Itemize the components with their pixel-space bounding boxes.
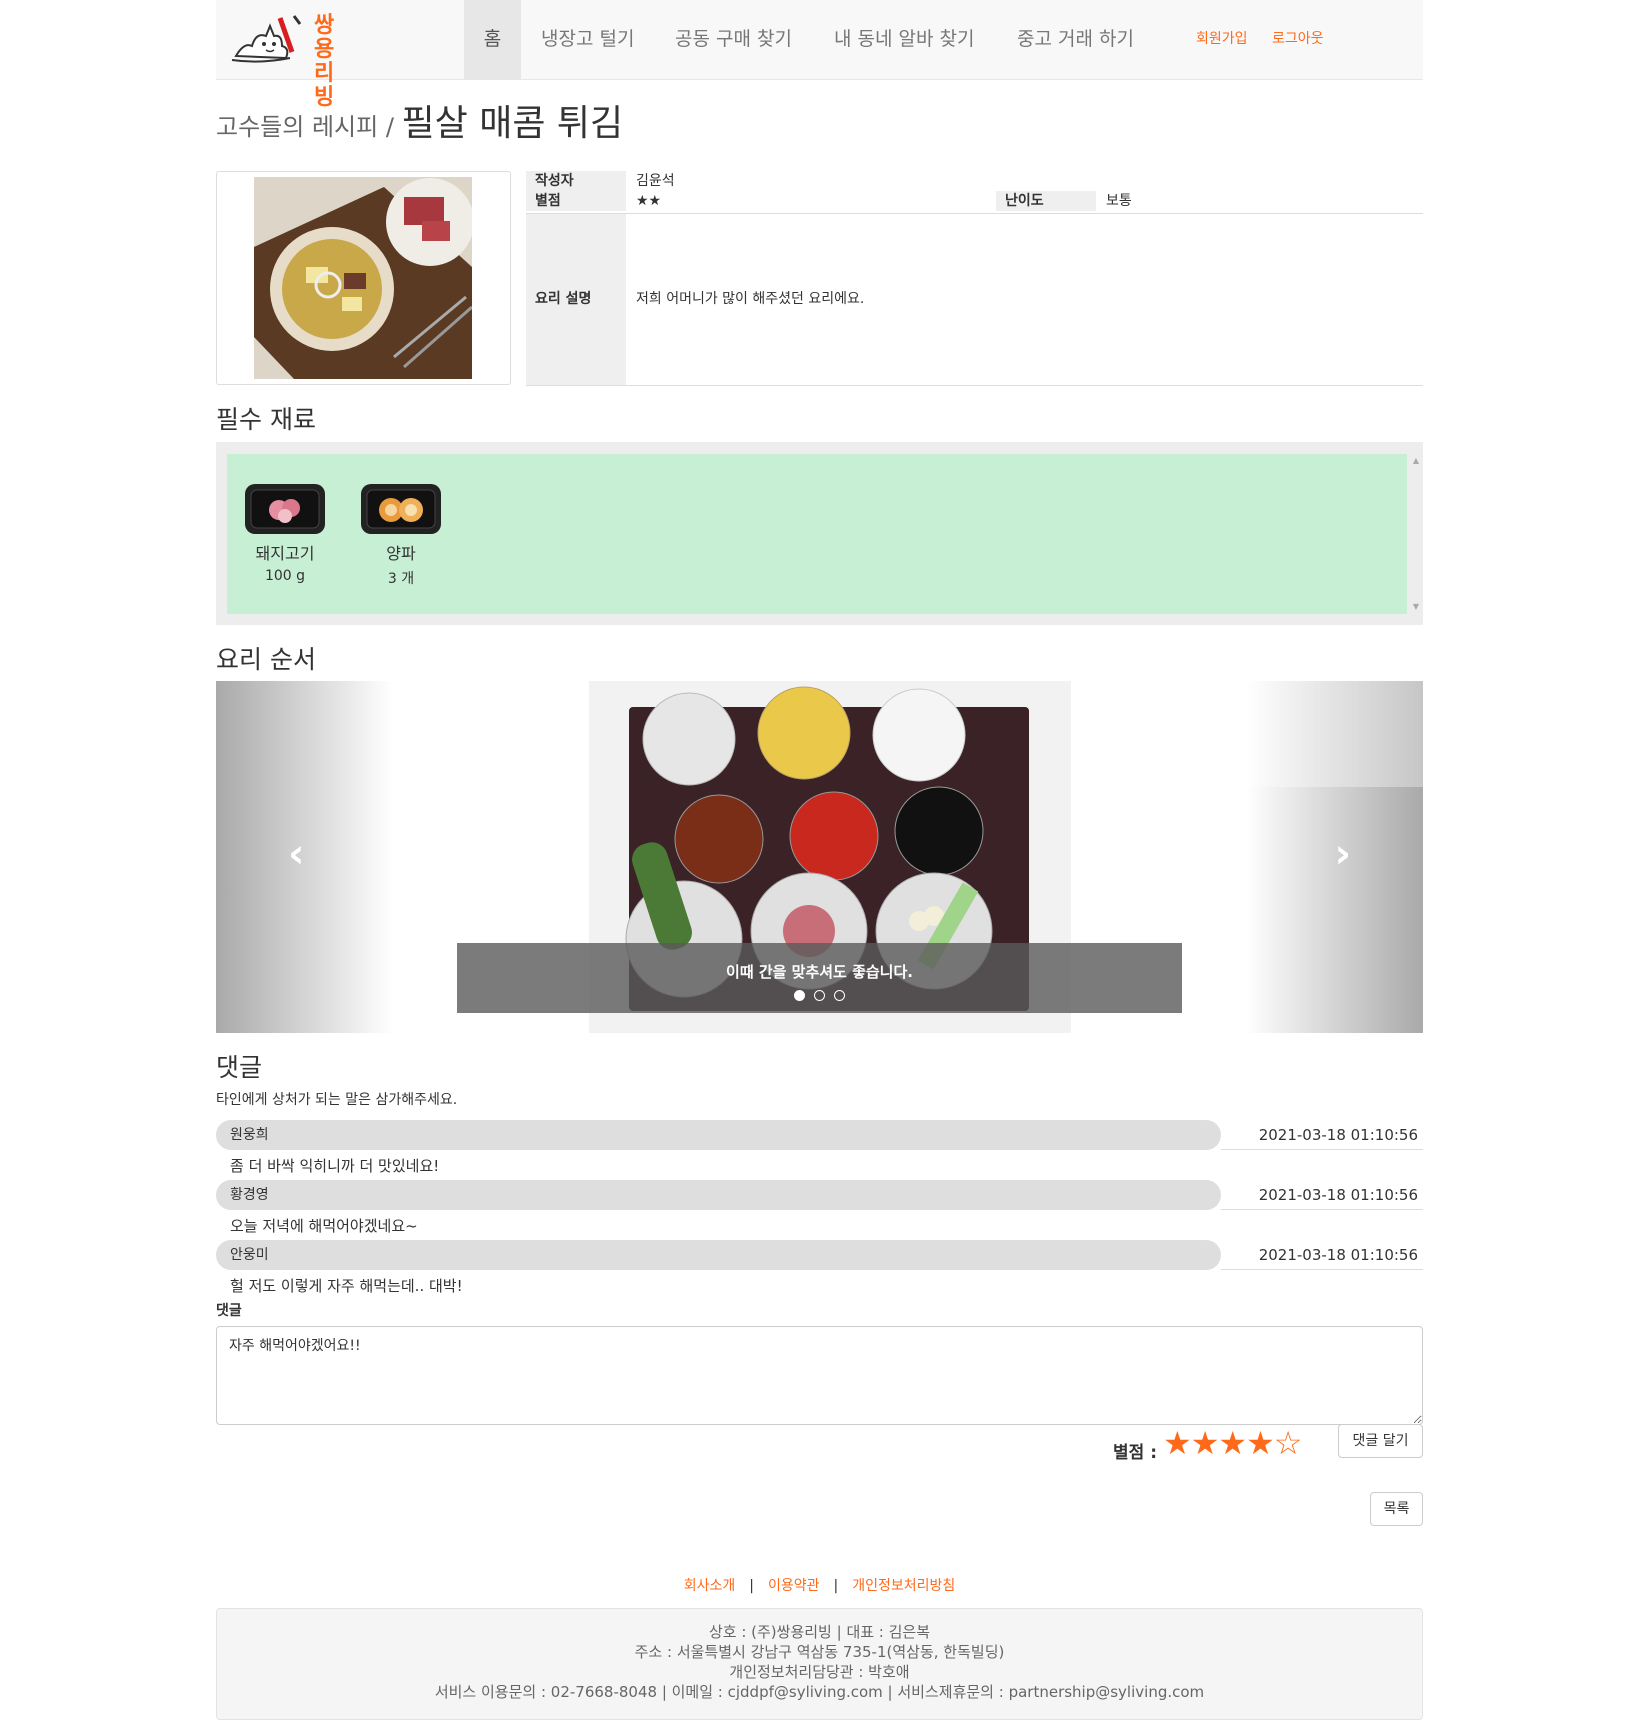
signup-link[interactable]: 회원가입 bbox=[1196, 0, 1248, 80]
comment-policy-note: 타인에게 상처가 되는 말은 삼가해주세요. bbox=[216, 1092, 458, 1108]
footer-separator: | bbox=[749, 1578, 754, 1594]
footer-address: 주소 : 서울특별시 강남구 역삼동 735-1(역삼동, 한독빌딩) bbox=[634, 1643, 1005, 1661]
comment-author: 안웅미 bbox=[216, 1240, 1221, 1270]
scroll-up-icon[interactable]: ▲ bbox=[1413, 456, 1419, 465]
logout-link[interactable]: 로그아웃 bbox=[1272, 0, 1324, 80]
rating-stars-input[interactable]: ★★★★☆ bbox=[1163, 1424, 1302, 1462]
footer-link-about[interactable]: 회사소개 bbox=[684, 1578, 736, 1594]
ingredient-name: 양파 bbox=[386, 544, 416, 563]
indicator-dot[interactable] bbox=[793, 990, 805, 1001]
difficulty-label: 난이도 bbox=[996, 191, 1096, 211]
submit-comment-button[interactable]: 댓글 달기 bbox=[1338, 1424, 1423, 1458]
author-label: 작성자 bbox=[526, 171, 626, 191]
nav-local-jobs[interactable]: 내 동네 알바 찾기 bbox=[834, 0, 974, 80]
nav-used-trade[interactable]: 중고 거래 하기 bbox=[1017, 0, 1134, 80]
comment-author: 원웅희 bbox=[216, 1120, 1221, 1150]
comment-text: 오늘 저녁에 해먹어야겠네요~ bbox=[230, 1217, 418, 1235]
page-title: 고수들의 레시피 / 필살 매콤 튀김 bbox=[216, 94, 623, 146]
title-prefix: 고수들의 레시피 / bbox=[216, 113, 394, 141]
ingredient-amount: 3 개 bbox=[387, 571, 415, 587]
description-label: 요리 설명 bbox=[526, 214, 626, 385]
step-caption-panel: 이때 간을 맞추셔도 좋습니다. bbox=[457, 943, 1182, 1013]
divider bbox=[526, 385, 1423, 386]
ingredient-item[interactable]: 양파 3 개 bbox=[355, 484, 447, 588]
pork-image bbox=[245, 484, 325, 534]
ingredient-name: 돼지고기 bbox=[255, 544, 315, 563]
comment-text: 헐 저도 이렇게 자주 해먹는데.. 대박! bbox=[230, 1277, 463, 1295]
recipe-photo bbox=[254, 177, 472, 379]
nav-home[interactable]: 홈 bbox=[464, 0, 521, 80]
nav-fridge[interactable]: 냉장고 털기 bbox=[541, 0, 634, 80]
chevron-left-icon: ‹ bbox=[288, 831, 305, 877]
ingredient-amount: 100 g bbox=[264, 568, 306, 584]
pork-icon bbox=[250, 489, 320, 529]
ingredient-item[interactable]: 돼지고기 100 g bbox=[239, 484, 331, 584]
carousel-prev[interactable]: ‹ bbox=[216, 681, 393, 1033]
comment-text: 좀 더 바싹 익히니까 더 맛있네요! bbox=[230, 1157, 440, 1175]
comment-date: 2021-03-18 01:10:56 bbox=[1221, 1240, 1423, 1270]
onion-image bbox=[361, 484, 441, 534]
recipe-thumbnail bbox=[216, 171, 511, 385]
footer-link-terms[interactable]: 이용약관 bbox=[768, 1578, 820, 1594]
footer-link-privacy[interactable]: 개인정보처리방침 bbox=[852, 1578, 955, 1594]
list-button[interactable]: 목록 bbox=[1370, 1492, 1423, 1526]
navbar: 쌍용 리빙 홈 냉장고 털기 공동 구매 찾기 내 동네 알바 찾기 중고 거래… bbox=[216, 0, 1423, 110]
comments-heading: 댓글 bbox=[216, 1053, 263, 1082]
rating-input-label: 별점 : bbox=[1113, 1443, 1157, 1463]
scroll-down-icon[interactable]: ▼ bbox=[1413, 602, 1419, 611]
indicator-dot[interactable] bbox=[814, 990, 825, 1001]
comment-input[interactable]: 자주 해먹어야겠어요!! bbox=[216, 1326, 1423, 1425]
logo-text-line1: 쌍용 bbox=[314, 13, 334, 62]
difficulty-value: 보통 bbox=[1106, 193, 1132, 209]
carousel-next[interactable]: › bbox=[1246, 681, 1423, 1033]
steps-carousel: ‹ › 이때 간을 맞추셔도 좋습니다. bbox=[216, 681, 1423, 1033]
step-caption: 이때 간을 맞추셔도 좋습니다. bbox=[726, 963, 913, 981]
footer-links: 회사소개 | 이용약관 | 개인정보처리방침 bbox=[216, 1575, 1423, 1595]
ingredients-heading: 필수 재료 bbox=[216, 405, 316, 434]
comment-author: 황경영 bbox=[216, 1180, 1221, 1210]
rating-label: 별점 bbox=[526, 191, 626, 211]
author-value: 김윤석 bbox=[636, 173, 675, 189]
recipe-name: 필살 매콤 튀김 bbox=[401, 103, 624, 144]
footer-separator: | bbox=[833, 1578, 839, 1594]
cat-logo-icon bbox=[231, 15, 302, 63]
nav-group-buy[interactable]: 공동 구매 찾기 bbox=[675, 0, 792, 80]
chevron-right-icon: › bbox=[1334, 831, 1351, 877]
onion-icon bbox=[366, 489, 436, 529]
footer-company: 상호 : (주)쌍용리빙 | 대표 : 김은복 bbox=[708, 1623, 931, 1641]
comment-date: 2021-03-18 01:10:56 bbox=[1221, 1120, 1423, 1150]
ingredients-panel: 돼지고기 100 g 양파 3 개 ▲ ▼ bbox=[216, 442, 1423, 625]
carousel-shade bbox=[1246, 681, 1423, 787]
carousel-indicators bbox=[457, 987, 1182, 1005]
description-value: 저희 어머니가 많이 해주셨던 요리에요. bbox=[636, 291, 865, 307]
recipe-info-table: 작성자 김윤석 별점 ★★ 난이도 보통 요리 설명 저희 어머니가 많이 해주… bbox=[526, 171, 1423, 386]
footer-privacy-officer: 개인정보처리담당관 : 박호애 bbox=[729, 1663, 910, 1681]
footer-info: 상호 : (주)쌍용리빙 | 대표 : 김은복 주소 : 서울특별시 강남구 역… bbox=[216, 1608, 1423, 1720]
indicator-dot[interactable] bbox=[834, 990, 846, 1001]
site-logo[interactable]: 쌍용 리빙 bbox=[230, 12, 350, 110]
rating-value: ★★ bbox=[636, 193, 662, 209]
comment-date: 2021-03-18 01:10:56 bbox=[1221, 1180, 1423, 1210]
steps-heading: 요리 순서 bbox=[216, 645, 316, 674]
footer-contact: 서비스 이용문의 : 02-7668-8048 | 이메일 : cjddpf@s… bbox=[434, 1683, 1205, 1701]
ingredients-list: 돼지고기 100 g 양파 3 개 bbox=[227, 454, 1407, 614]
comment-input-label: 댓글 bbox=[216, 1303, 242, 1319]
